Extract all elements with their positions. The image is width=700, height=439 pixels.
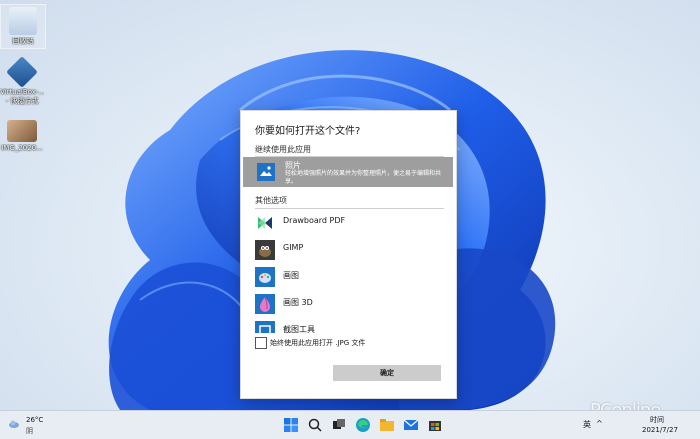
recycle-bin-icon xyxy=(9,7,37,35)
app-name: 画图 3D xyxy=(283,298,313,307)
input-language-indicator[interactable]: 英 xyxy=(583,419,591,430)
mail-icon[interactable] xyxy=(402,416,420,434)
paint3d-icon xyxy=(255,294,275,314)
virtualbox-icon xyxy=(6,56,38,88)
edge-browser-icon[interactable] xyxy=(354,416,372,434)
desktop-icon-recycle-bin[interactable]: 回收站 xyxy=(0,4,46,49)
app-name: 截图工具 xyxy=(283,325,315,333)
section-other-label: 其他选项 xyxy=(255,196,287,205)
paint-icon xyxy=(255,267,275,287)
app-option-paint-3d[interactable]: 画图 3D xyxy=(253,292,443,316)
app-name: Drawboard PDF xyxy=(283,216,346,225)
app-option-gimp[interactable]: GIMP xyxy=(253,238,443,262)
tray-overflow-chevron-icon[interactable]: ^ xyxy=(596,419,603,428)
always-use-label: 始终使用此应用打开 .JPG 文件 xyxy=(270,339,366,347)
store-icon[interactable] xyxy=(426,416,444,434)
desktop-icon-image-file[interactable]: IMG_2020... xyxy=(0,120,44,153)
desktop-icon-label: VirtualBox-... - 快捷方式 xyxy=(0,88,44,105)
app-name: 画图 xyxy=(283,271,299,280)
desktop: 回收站 VirtualBox-... - 快捷方式 IMG_2020... 你要… xyxy=(0,0,700,410)
clock-date[interactable]: 2021/7/27 xyxy=(642,426,678,434)
snipping-tool-icon xyxy=(255,321,275,333)
file-explorer-icon[interactable] xyxy=(378,416,396,434)
desktop-icon-label: 回收站 xyxy=(12,37,34,45)
photos-icon xyxy=(257,163,275,181)
image-thumbnail-icon xyxy=(7,120,37,142)
app-option-photos[interactable]: 照片 轻松地增强照片的效果并为你整理照片，便之易于编辑和共享。 xyxy=(243,157,453,187)
app-option-paint[interactable]: 画图 xyxy=(253,265,443,289)
section-continue-label: 继续使用此应用 xyxy=(255,145,311,154)
weather-condition[interactable]: 阴 xyxy=(26,426,33,436)
search-icon[interactable] xyxy=(306,416,324,434)
app-name: GIMP xyxy=(283,243,304,252)
app-option-snipping-tool[interactable]: 截图工具 xyxy=(253,319,443,333)
weather-temperature[interactable]: 26°C xyxy=(26,416,43,424)
dialog-title: 你要如何打开这个文件? xyxy=(255,126,361,137)
open-with-dialog: 你要如何打开这个文件? 继续使用此应用 照片 轻松地增强照片的效果并为你整理照片… xyxy=(240,110,457,399)
drawboard-icon xyxy=(258,217,272,229)
gimp-icon xyxy=(255,240,275,260)
app-description: 轻松地增强照片的效果并为你整理照片，便之易于编辑和共享。 xyxy=(285,170,442,185)
desktop-icon-label: IMG_2020... xyxy=(1,144,43,152)
taskbar: 26°C 阴 英 ^ 时间 2021/7/27 xyxy=(0,410,700,439)
cloud-icon[interactable] xyxy=(8,418,20,430)
always-use-checkbox[interactable] xyxy=(255,337,267,349)
app-option-drawboard-pdf[interactable]: Drawboard PDF xyxy=(253,211,443,235)
clock-time[interactable]: 时间 xyxy=(650,415,664,425)
watermark-logo: PConline xyxy=(590,400,661,410)
desktop-icon-virtualbox[interactable]: VirtualBox-... - 快捷方式 xyxy=(0,56,44,106)
task-view-icon[interactable] xyxy=(330,416,348,434)
divider xyxy=(255,208,444,209)
start-menu-icon[interactable] xyxy=(282,416,300,434)
ok-button[interactable]: 确定 xyxy=(333,365,441,381)
